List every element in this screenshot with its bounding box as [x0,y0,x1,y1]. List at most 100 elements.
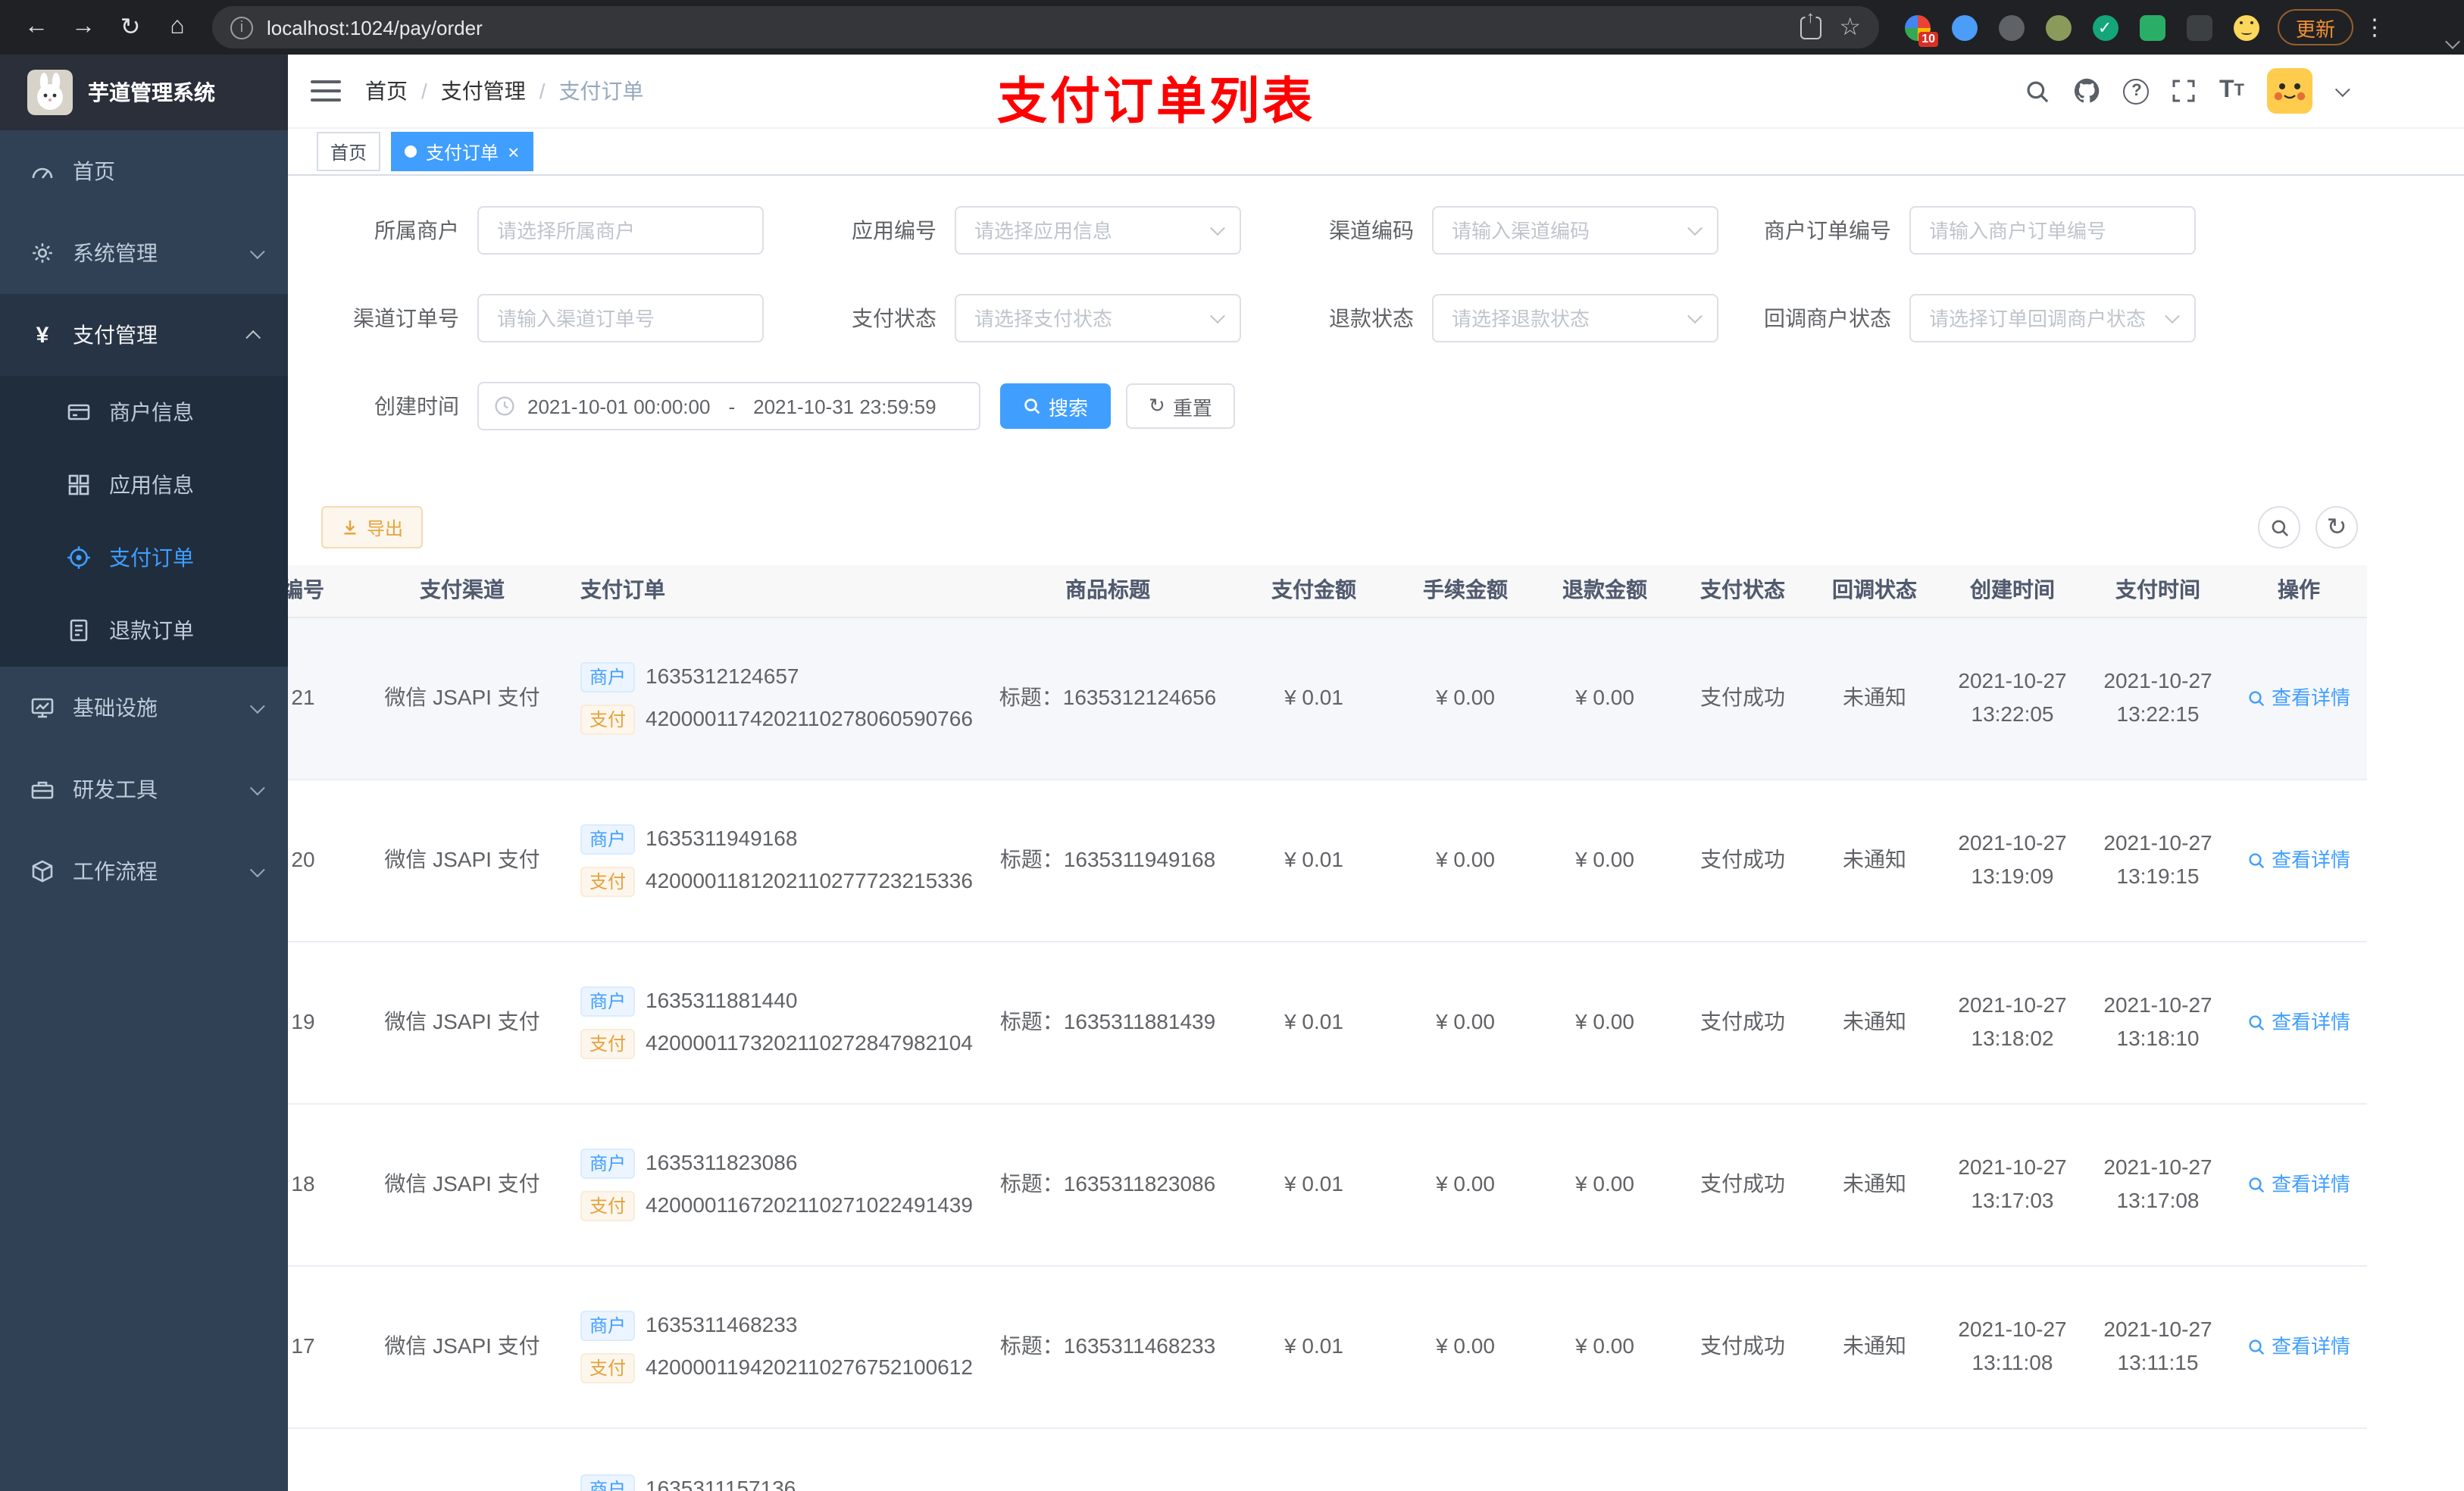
cell-pay-status: 支付成功 [1700,1333,1785,1358]
share-icon[interactable] [1800,16,1821,39]
cell-channel: 微信 JSAPI 支付 [384,1333,540,1358]
browser-refresh-button[interactable]: ↻ [109,6,152,48]
cell-create-time: 2021-10-27 13:19:09 [1958,830,2067,888]
sidebar-item-workflow[interactable]: 工作流程 [0,830,288,912]
create-time-range-picker[interactable]: 2021-10-01 00:00:00 - 2021-10-31 23:59:5… [477,382,980,430]
github-icon[interactable] [2074,77,2101,105]
refund-status-select[interactable] [1434,307,1717,330]
close-icon[interactable]: × [508,142,519,161]
column-header: 支付状态 [1700,577,1785,602]
sidebar-toggle-button[interactable] [311,80,341,102]
olive-extension-icon[interactable] [2038,8,2078,47]
avatar[interactable] [2267,68,2312,114]
tab-pay-order[interactable]: 支付订单 × [391,132,533,171]
table-body: 21 微信 JSAPI 支付 商户 1635312124657 支付 42000… [288,618,2367,1491]
font-size-icon[interactable]: TT [2219,77,2244,105]
view-detail-link[interactable]: 查看详情 [2247,1008,2350,1038]
pay-status-select[interactable] [956,307,1240,330]
browser-forward-button[interactable]: → [62,6,105,48]
pay-badge: 支付 [580,1352,636,1383]
channel-order-no-input[interactable] [479,307,762,330]
pay-badge: 支付 [580,1028,636,1059]
logo-title: 芋道管理系统 [88,80,215,105]
cell-pay-order: 商户 1635311881440 支付 42000011732021102728… [553,986,985,1061]
cell-fee-amount: ¥ 0.00 [1436,847,1495,872]
toolbar-chevron-icon[interactable] [2445,34,2460,49]
cell-pay-amount: ¥ 0.01 [1284,847,1343,872]
cell-pay-order: 商户 1635311823086 支付 42000011672021102710… [553,1148,985,1223]
emoji-extension-icon[interactable] [2226,8,2265,47]
site-info-icon[interactable]: i [230,16,253,39]
browser-home-button[interactable]: ⌂ [156,6,199,48]
monitor-icon [30,695,55,720]
bookmark-star-icon[interactable]: ☆ [1839,12,1861,42]
browser-chrome: ← → ↻ ⌂ i localhost:1024/pay/order ☆ 10 … [0,0,2464,55]
sidebar-item-devtools[interactable]: 研发工具 [0,749,288,830]
active-tab-dot [405,145,417,158]
search-icon[interactable] [2025,78,2051,104]
sidebar-item-app-info[interactable]: 应用信息 [0,449,288,521]
view-detail-link[interactable]: 查看详情 [2247,683,2350,714]
browser-update-button[interactable]: 更新 [2278,9,2354,45]
browser-menu-icon[interactable]: ⋮ [2359,14,2390,41]
table-toolbar: 导出 ↻ [288,506,2464,549]
breadcrumb-payment[interactable]: 支付管理 [441,76,526,106]
merchant-order-no-input[interactable] [1911,219,2194,242]
table-header-row: 编号 支付渠道 支付订单 商品标题 支付金额 手续金额 退款金额 支付状态 回调状态 创建时间 支付… [288,565,2367,618]
filter-form: 所属商户 应用编号 渠道编码 商户订单编号 [288,206,2464,470]
column-header: 编号 [288,577,324,602]
table-section: 编号支付渠道支付订单商品标题支付金额手续金额退款金额支付状态回调状态创建时间支付… [288,565,2464,1491]
browser-back-button[interactable]: ← [15,6,58,48]
merchant-order-no: 1635311157136 [646,1476,796,1491]
merchant-select[interactable] [479,219,762,242]
breadcrumb: 首页 / 支付管理 / 支付订单 [365,76,644,106]
pay-badge: 支付 [580,704,636,735]
merchant-badge: 商户 [580,662,636,693]
sidebar-item-home[interactable]: 首页 [0,130,288,212]
address-bar[interactable]: i localhost:1024/pay/order ☆ [212,6,1879,48]
merchant-badge: 商户 [580,824,636,855]
sidebar-item-pay-order[interactable]: 支付订单 [0,521,288,594]
sidebar-item-system[interactable]: 系统管理 [0,212,288,294]
drop-extension-icon[interactable] [1944,8,1984,47]
view-detail-link[interactable]: 查看详情 [2247,846,2350,876]
cell-create-time: 2021-10-27 13:22:05 [1958,668,2067,726]
channel-code-select[interactable] [1434,219,1717,242]
content: 所属商户 应用编号 渠道编码 商户订单编号 [288,176,2464,1491]
cell-create-time: 2021-10-27 13:17:03 [1958,1155,2067,1212]
toggle-search-button[interactable] [2258,506,2300,549]
check-extension-icon[interactable]: ✓ [2085,8,2125,47]
dashboard-icon [30,159,55,183]
pay-order-no: 4200001173202110272847982104 [646,1030,973,1055]
breadcrumb-home[interactable]: 首页 [365,76,408,106]
fullscreen-icon[interactable] [2172,79,2197,103]
cell-notify-status: 未通知 [1843,1333,1906,1358]
cell-pay-time: 2021-10-27 13:22:15 [2103,668,2212,726]
app-no-select[interactable] [956,219,1240,242]
sidebar-item-refund-order[interactable]: 退款订单 [0,594,288,667]
logo: 芋道管理系统 [0,55,288,130]
reset-button[interactable]: ↻ 重置 [1126,383,1235,429]
gray-extension-icon[interactable] [1991,8,2031,47]
url-text[interactable]: localhost:1024/pay/order [267,16,1800,39]
pay-order-no: 4200001174202110278060590766 [646,706,973,730]
cell-channel: 微信 JSAPI 支付 [384,685,540,710]
green-square-extension-icon[interactable] [2132,8,2172,47]
refresh-table-button[interactable]: ↻ [2315,506,2358,549]
tab-home[interactable]: 首页 [317,132,381,171]
chevron-down-icon[interactable] [2334,81,2350,97]
cell-pay-amount: ¥ 0.01 [1284,1009,1343,1034]
sidebar-item-merchant-info[interactable]: 商户信息 [0,376,288,449]
search-button[interactable]: 搜索 [1000,383,1112,429]
sidebar-item-infra[interactable]: 基础设施 [0,667,288,749]
sidebar-item-payment[interactable]: ¥ 支付管理 [0,294,288,376]
view-detail-link[interactable]: 查看详情 [2247,1332,2350,1362]
help-icon[interactable]: ? [2123,78,2150,104]
cell-fee-amount: ¥ 0.00 [1436,1009,1495,1034]
filter-label: 创建时间 [374,394,459,418]
notify-status-select[interactable] [1911,307,2194,330]
dark-pin-extension-icon[interactable] [2179,8,2219,47]
palette-extension-icon[interactable]: 10 [1897,8,1938,47]
view-detail-link[interactable]: 查看详情 [2247,1170,2350,1200]
export-button[interactable]: 导出 [321,506,424,549]
